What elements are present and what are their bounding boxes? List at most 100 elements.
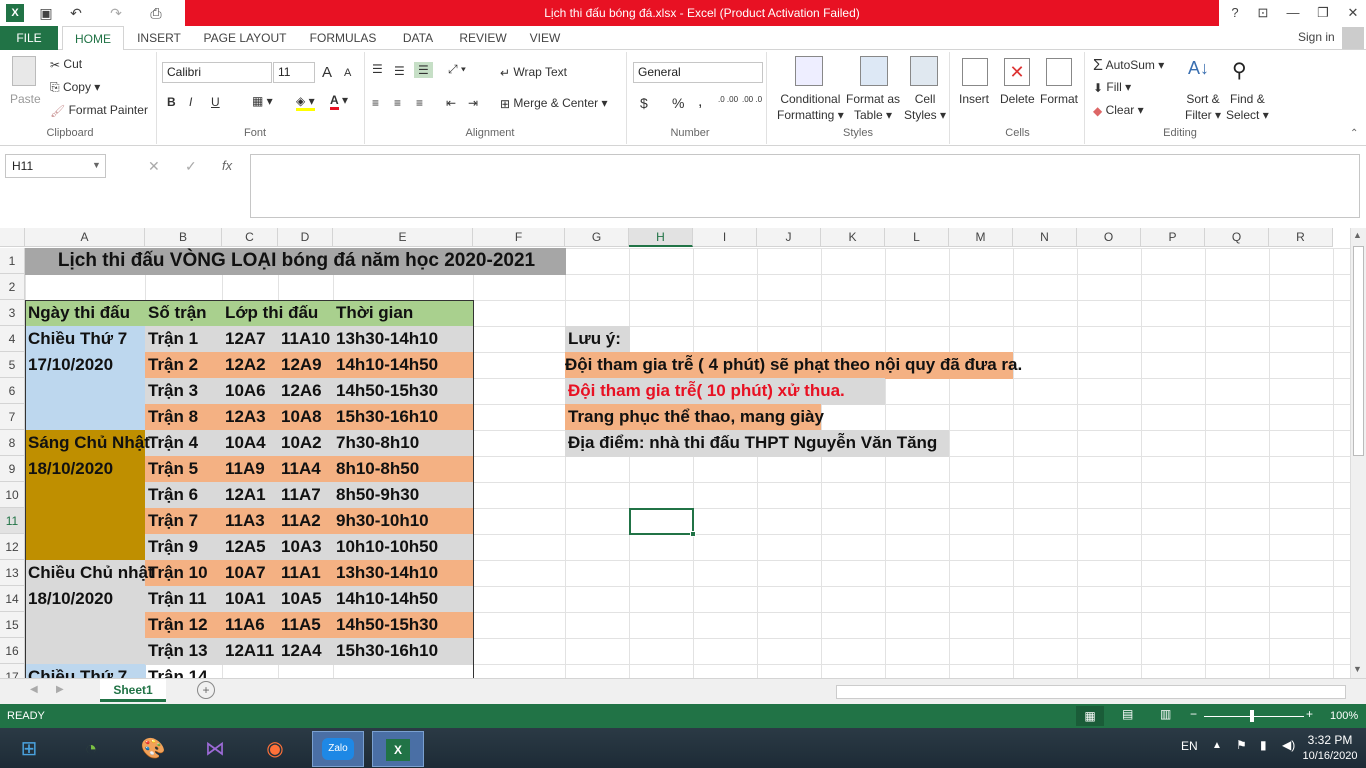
row-header[interactable]: 12 <box>0 534 25 560</box>
collapse-ribbon-icon[interactable]: ⌃ <box>1350 128 1358 139</box>
firefox-icon[interactable]: ◉ <box>250 730 300 768</box>
delete-cells-button[interactable]: Delete <box>1000 92 1035 106</box>
clock-date[interactable]: 10/16/2020 <box>1296 750 1364 762</box>
column-header[interactable]: B <box>145 228 222 247</box>
coccoc-icon[interactable]: ◔ <box>66 730 116 768</box>
clock-time[interactable]: 3:32 PM <box>1300 733 1360 747</box>
cell-styles-button[interactable]: Cell Styles ▾ <box>904 91 946 123</box>
tab-file[interactable]: FILE <box>0 26 58 50</box>
paint-icon[interactable]: 🎨 <box>128 730 178 768</box>
visual-studio-icon[interactable]: ⋈ <box>190 730 240 768</box>
tab-data[interactable]: DATA <box>392 26 444 50</box>
row-header[interactable]: 14 <box>0 586 25 612</box>
row-header[interactable]: 9 <box>0 456 25 482</box>
bold-button[interactable]: B <box>167 95 176 109</box>
date-cell[interactable]: 18/10/2020 <box>25 586 113 612</box>
cut-button[interactable]: ✂ Cut <box>50 57 82 72</box>
font-size-select[interactable]: 11 <box>273 62 315 83</box>
name-box[interactable]: H11 <box>5 154 106 178</box>
row-header[interactable]: 2 <box>0 274 25 300</box>
column-header[interactable]: L <box>885 228 949 247</box>
language-indicator[interactable]: EN <box>1181 739 1198 753</box>
redo-icon[interactable]: ↷ <box>106 3 126 23</box>
scroll-up-icon[interactable]: ▲ <box>1353 230 1362 240</box>
column-header[interactable]: N <box>1013 228 1077 247</box>
date-cell[interactable]: Chiều Thứ 7 <box>25 664 127 678</box>
zoom-level[interactable]: 100% <box>1330 710 1358 722</box>
format-painter-button[interactable]: 🖌 Format Painter <box>50 103 148 118</box>
center-icon[interactable]: ≡ <box>394 96 401 110</box>
fill-button[interactable]: ⬇ Fill ▾ <box>1093 80 1131 95</box>
row-header[interactable]: 17 <box>0 664 25 678</box>
sort-filter-button[interactable]: Sort & Filter ▾ <box>1185 91 1221 123</box>
autosum-button[interactable]: Σ AutoSum ▾ <box>1093 57 1164 75</box>
column-header[interactable]: P <box>1141 228 1205 247</box>
align-bottom-icon[interactable]: ☰ <box>414 62 433 78</box>
align-middle-icon[interactable]: ☰ <box>394 64 405 78</box>
page-layout-view-icon[interactable]: ▤ <box>1122 707 1133 721</box>
prev-sheet-icon[interactable]: ◀ <box>30 684 38 695</box>
page-break-view-icon[interactable]: ▥ <box>1160 707 1171 721</box>
tab-formulas[interactable]: FORMULAS <box>302 26 384 50</box>
save-icon[interactable]: ▣ <box>36 3 56 23</box>
column-header[interactable]: K <box>821 228 885 247</box>
horizontal-scrollbar[interactable] <box>836 685 1346 699</box>
italic-button[interactable]: I <box>189 95 192 109</box>
column-header[interactable]: E <box>333 228 473 247</box>
row-header[interactable]: 5 <box>0 352 25 378</box>
action-center-icon[interactable]: ⚑ <box>1236 738 1247 752</box>
font-name-select[interactable]: Calibri <box>162 62 272 83</box>
column-header[interactable]: F <box>473 228 565 247</box>
volume-icon[interactable]: ◀) <box>1282 738 1295 752</box>
scroll-thumb[interactable] <box>1353 246 1364 456</box>
add-sheet-icon[interactable]: + <box>197 681 215 699</box>
note-late-10min[interactable]: Đội tham gia trễ( 10 phút) xử thua. <box>565 378 845 404</box>
tab-view[interactable]: VIEW <box>522 26 568 50</box>
align-left-icon[interactable]: ≡ <box>372 96 379 110</box>
orientation-icon[interactable]: ⤢ ▾ <box>448 62 466 77</box>
print-preview-icon[interactable]: ⎙ <box>146 3 166 23</box>
underline-button[interactable]: U <box>211 95 220 109</box>
align-right-icon[interactable]: ≡ <box>416 96 423 110</box>
undo-icon[interactable]: ↶ <box>66 3 86 23</box>
copy-button[interactable]: ⎘ Copy ▾ <box>50 80 100 95</box>
excel-logo-icon[interactable]: X <box>6 4 24 22</box>
row-header[interactable]: 10 <box>0 482 25 508</box>
tab-review[interactable]: REVIEW <box>452 26 514 50</box>
decrease-indent-icon[interactable]: ⇤ <box>446 96 456 110</box>
date-cell[interactable]: Chiều Chủ nhật <box>25 560 154 586</box>
shrink-font-button[interactable]: A <box>344 67 351 79</box>
worksheet-grid[interactable]: A B C D E F G H I J K L M N O P Q R 1 2 3 4 5 6 7 8 9 10 11 12 13 14 15 1… <box>0 228 1350 678</box>
note-label[interactable]: Lưu ý: <box>565 326 621 352</box>
insert-cells-button[interactable]: Insert <box>959 92 989 106</box>
column-header[interactable]: M <box>949 228 1013 247</box>
row-header[interactable]: 8 <box>0 430 25 456</box>
zoom-in-icon[interactable]: + <box>1306 707 1313 721</box>
zoom-thumb[interactable] <box>1250 710 1254 722</box>
tab-home[interactable]: HOME <box>62 26 124 51</box>
formula-input[interactable] <box>250 154 1360 218</box>
row-header[interactable]: 4 <box>0 326 25 352</box>
zoom-slider[interactable] <box>1204 716 1304 717</box>
note-late-4min[interactable]: Đội tham gia trễ ( 4 phút) sẽ phạt theo … <box>565 352 1022 378</box>
insert-function-icon[interactable]: fx <box>222 158 232 173</box>
ribbon-display-icon[interactable]: ⊡ <box>1248 0 1278 26</box>
column-header[interactable]: H <box>629 228 693 247</box>
column-header[interactable]: R <box>1269 228 1333 247</box>
wrap-text-button[interactable]: ↵ Wrap Text <box>500 65 567 80</box>
zoom-out-icon[interactable]: − <box>1190 707 1197 721</box>
tab-page-layout[interactable]: PAGE LAYOUT <box>196 26 294 50</box>
column-header[interactable]: A <box>25 228 145 247</box>
comma-button[interactable]: , <box>698 93 702 111</box>
zalo-icon[interactable]: Zalo <box>312 731 364 767</box>
row-header[interactable]: 3 <box>0 300 25 326</box>
decrease-decimal-button[interactable]: .00 .0 <box>742 96 762 104</box>
find-select-button[interactable]: Find & Select ▾ <box>1226 91 1269 123</box>
align-top-icon[interactable]: ☰ <box>372 62 383 76</box>
normal-view-icon[interactable]: ▦ <box>1076 706 1104 726</box>
percent-button[interactable]: % <box>672 95 684 111</box>
note-uniform[interactable]: Trang phục thể thao, mang giày <box>565 404 824 430</box>
row-header[interactable]: 6 <box>0 378 25 404</box>
column-header[interactable]: G <box>565 228 629 247</box>
currency-button[interactable]: $ <box>640 95 648 111</box>
